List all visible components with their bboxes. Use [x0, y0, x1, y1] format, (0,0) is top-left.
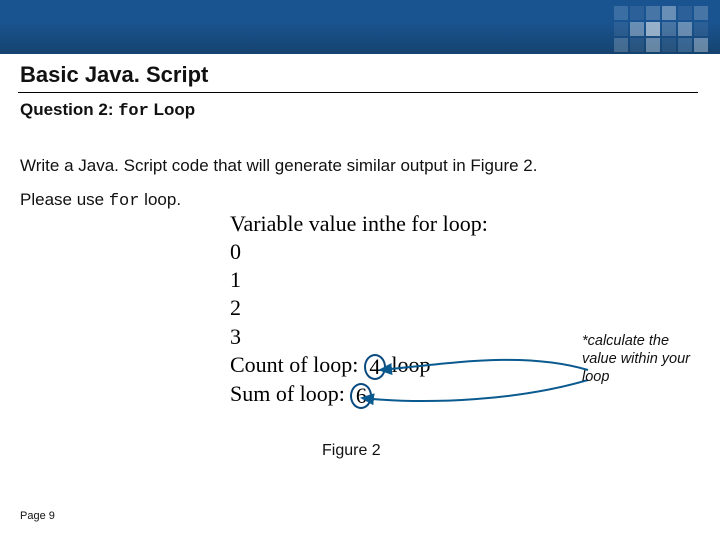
figure-value: 2 — [230, 294, 495, 322]
figure-title-line: Variable value inthe for loop: — [230, 210, 495, 238]
figure-count-line: Count of loop: 4 loop — [230, 351, 495, 380]
slide-header-bar — [0, 0, 720, 54]
header-decoration — [614, 6, 708, 52]
page-number: Page 9 — [20, 510, 55, 522]
figure-value: 3 — [230, 323, 495, 351]
figure-value: 0 — [230, 238, 495, 266]
instruction-2-prefix: Please use — [20, 190, 109, 209]
question-heading: Question 2: for Loop — [20, 100, 195, 121]
instruction-line-2: Please use for loop. — [20, 190, 181, 211]
figure-output: Variable value inthe for loop: 0 1 2 3 C… — [230, 210, 495, 409]
count-label-pre: Count of loop: — [230, 352, 364, 377]
section-title: Basic Java. Script — [20, 62, 208, 88]
count-value-circle: 4 — [364, 354, 386, 380]
figure-value: 1 — [230, 266, 495, 294]
question-suffix: Loop — [149, 100, 195, 119]
sum-label-pre: Sum of loop: — [230, 381, 350, 406]
instruction-2-suffix: loop. — [139, 190, 181, 209]
sum-value-circle: 6 — [350, 383, 372, 409]
instruction-2-code: for — [109, 192, 140, 211]
figure-sum-line: Sum of loop: 6 — [230, 380, 495, 409]
count-label-post: loop — [386, 352, 431, 377]
question-keyword: for — [118, 102, 149, 121]
divider — [18, 92, 698, 93]
figure-caption: Figure 2 — [322, 442, 381, 460]
instruction-line-1: Write a Java. Script code that will gene… — [20, 156, 537, 176]
annotation-note: *calculate the value within your loop — [582, 332, 702, 386]
question-prefix: Question 2: — [20, 100, 118, 119]
